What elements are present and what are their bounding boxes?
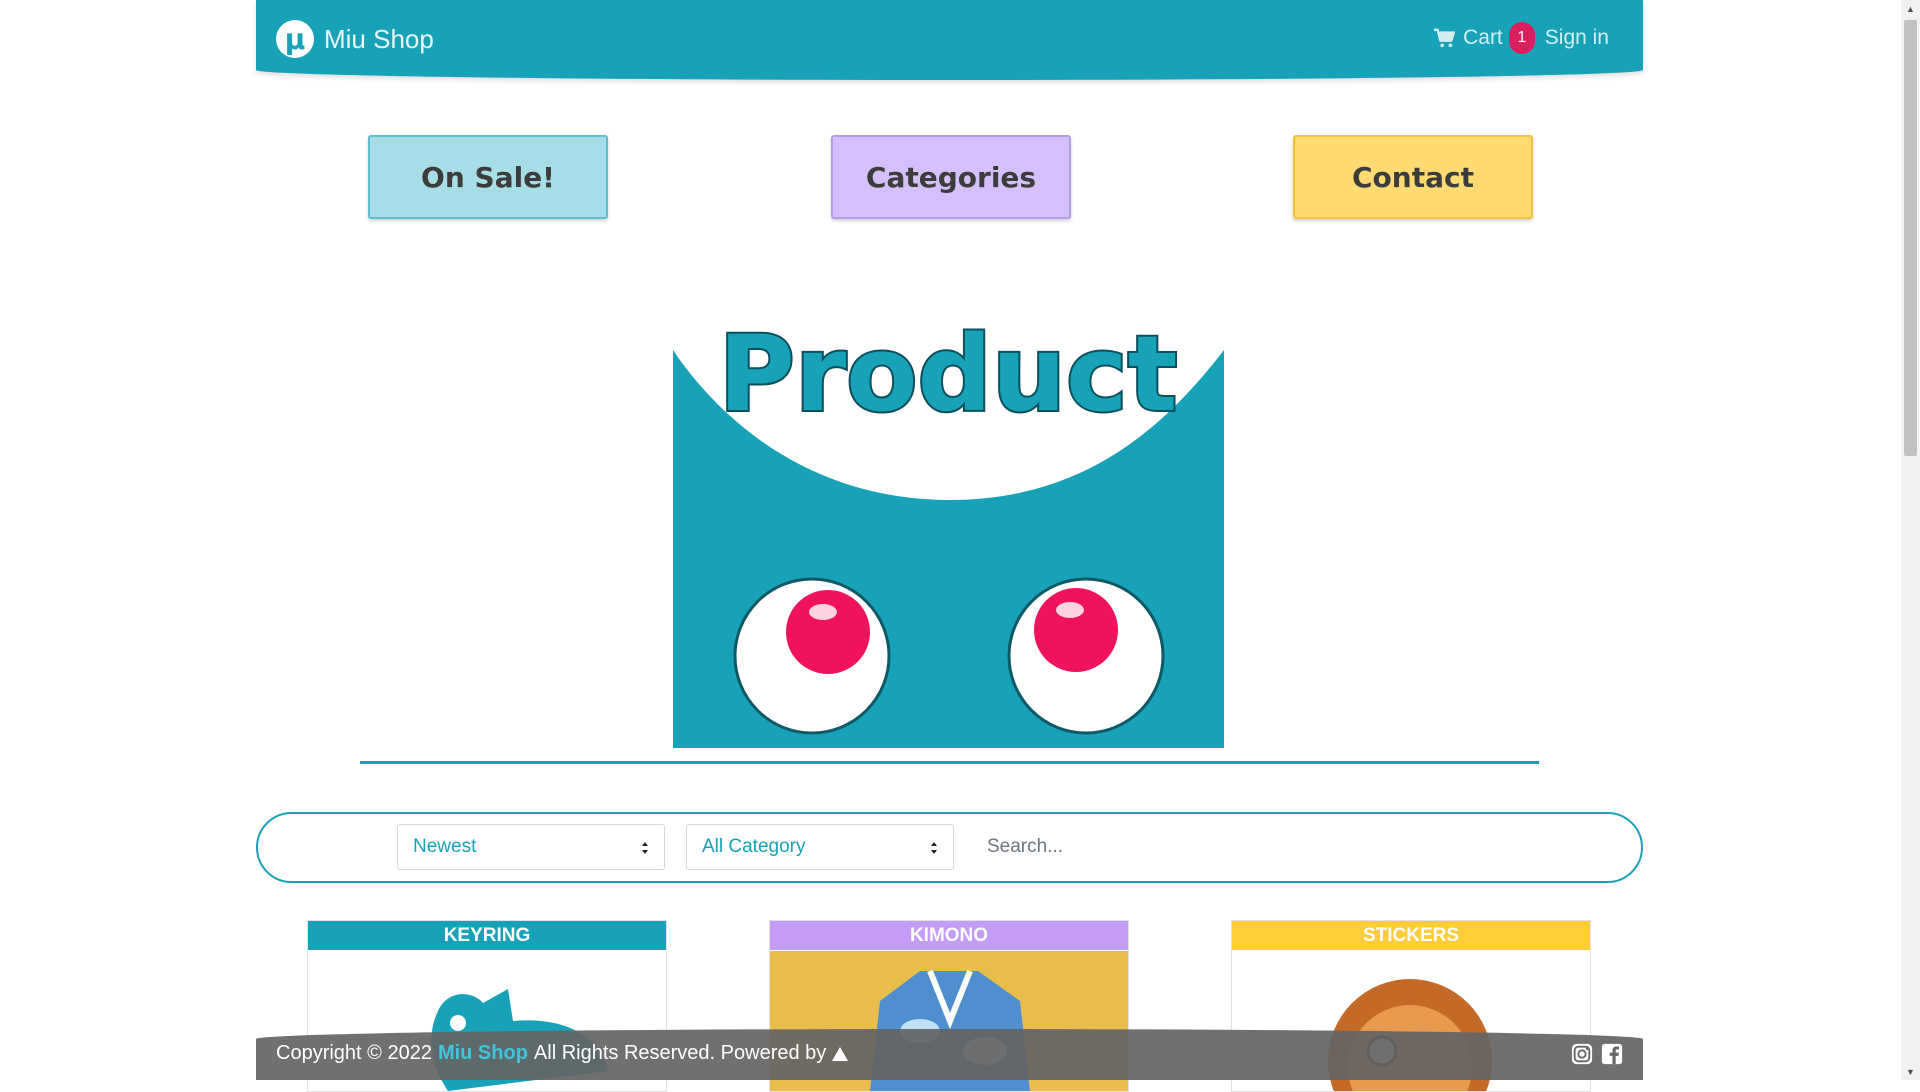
contact-button[interactable]: Contact [1293,135,1533,219]
cart-icon[interactable] [1433,28,1456,48]
hero-word: Product [719,320,1178,435]
scroll-down-icon[interactable]: ▼ [1901,1063,1920,1080]
on-sale-button[interactable]: On Sale! [368,135,608,219]
category-selected-value: All Category [702,836,806,857]
caret-icon [931,842,937,854]
left-eye [733,577,891,735]
instagram-icon[interactable] [1571,1043,1593,1065]
footer: Copyright © 2022 Miu Shop All Rights Res… [256,1029,1643,1080]
filter-bar: Newest All Category Search... [256,812,1643,883]
social-links [1571,1043,1623,1065]
card-header: KEYRING [308,921,666,950]
right-eye [1007,577,1165,735]
hero-illustration: Product [660,311,1240,750]
copyright-suffix: All Rights Reserved. Powered by [533,1042,827,1064]
brand-logo: μ [276,20,314,58]
signin-link[interactable]: Sign in [1545,26,1609,50]
copyright-prefix: Copyright © 2022 [276,1042,432,1064]
brand-link[interactable]: μ Miu Shop [276,20,434,58]
nav-right: Cart 1 Sign in [1433,22,1609,54]
hero-divider [360,761,1539,764]
search-input[interactable]: Search... [973,824,1587,870]
scroll-up-icon[interactable]: ▲ [1901,0,1920,17]
footer-brand-link[interactable]: Miu Shop [438,1042,528,1065]
sort-select[interactable]: Newest [397,824,665,870]
category-select[interactable]: All Category [686,824,954,870]
scrollbar-thumb[interactable] [1904,20,1917,456]
page-scrollbar[interactable]: ▲ ▼ [1901,0,1920,1080]
brand-name: Miu Shop [324,23,434,54]
card-header: KIMONO [770,921,1128,950]
navbar: μ Miu Shop Cart 1 Sign in [256,0,1643,80]
powered-by-icon[interactable] [832,1046,849,1061]
facebook-icon[interactable] [1601,1043,1623,1065]
caret-icon [642,842,648,854]
sort-selected-value: Newest [413,836,477,857]
cart-link[interactable]: Cart [1463,26,1503,50]
card-header: STICKERS [1232,921,1590,950]
footer-copyright: Copyright © 2022 Miu Shop All Rights Res… [276,1042,849,1065]
cart-count-badge: 1 [1508,22,1535,54]
categories-button[interactable]: Categories [831,135,1071,219]
